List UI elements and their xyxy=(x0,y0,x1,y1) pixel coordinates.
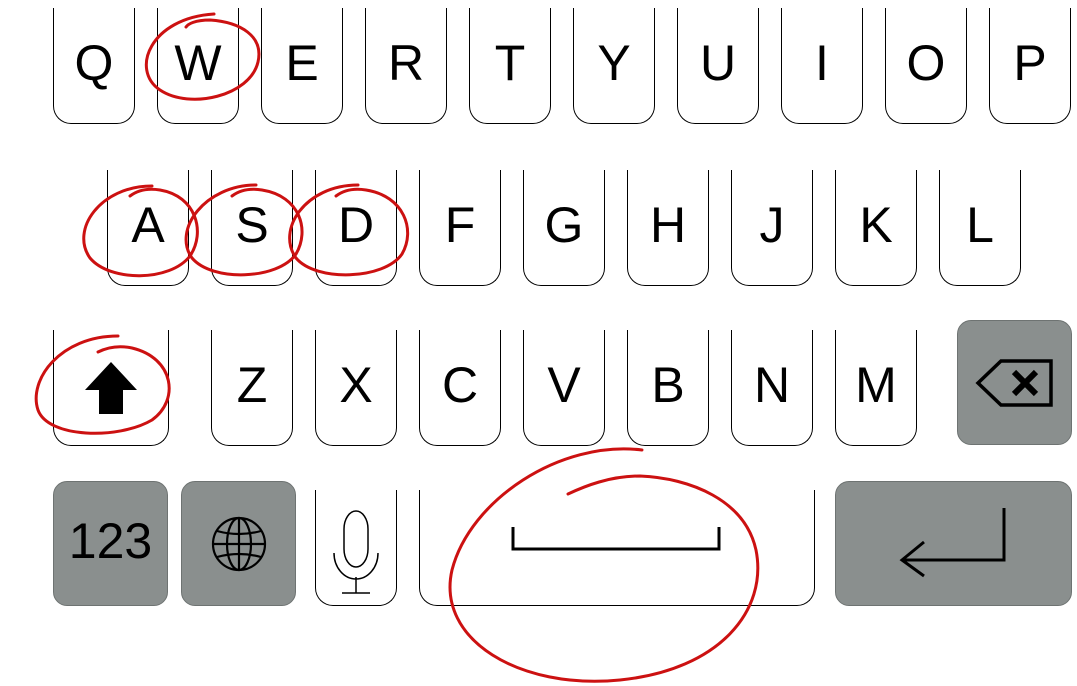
key-label: N xyxy=(753,356,791,413)
microphone-icon xyxy=(333,509,379,594)
microphone-key[interactable] xyxy=(315,490,397,606)
key-label: Y xyxy=(597,34,631,91)
space-bracket-icon xyxy=(511,526,721,550)
key-t[interactable]: T xyxy=(469,8,551,124)
key-p[interactable]: P xyxy=(989,8,1071,124)
key-z[interactable]: Z xyxy=(211,330,293,446)
key-label: I xyxy=(815,34,829,91)
key-q[interactable]: Q xyxy=(53,8,135,124)
key-label: P xyxy=(1013,34,1047,91)
key-label: H xyxy=(649,196,687,253)
shift-arrow-icon xyxy=(85,361,137,414)
globe-key[interactable] xyxy=(181,481,296,606)
key-label: K xyxy=(859,196,893,253)
key-g[interactable]: G xyxy=(523,170,605,286)
key-f[interactable]: F xyxy=(419,170,501,286)
key-a[interactable]: A xyxy=(107,170,189,286)
key-b[interactable]: B xyxy=(627,330,709,446)
key-r[interactable]: R xyxy=(365,8,447,124)
key-y[interactable]: Y xyxy=(573,8,655,124)
key-label: J xyxy=(759,196,785,253)
key-label: F xyxy=(444,196,476,253)
key-label: G xyxy=(544,196,584,253)
key-o[interactable]: O xyxy=(885,8,967,124)
key-label: T xyxy=(494,34,526,91)
space-key[interactable] xyxy=(419,490,815,606)
key-label: U xyxy=(699,34,737,91)
numbers-key[interactable]: 123 xyxy=(53,481,168,606)
key-label: S xyxy=(235,196,269,253)
key-label: Q xyxy=(74,34,114,91)
key-label: C xyxy=(441,356,479,413)
key-label: D xyxy=(337,196,375,253)
key-label: W xyxy=(174,34,222,91)
numbers-key-label: 123 xyxy=(68,512,153,569)
key-c[interactable]: C xyxy=(419,330,501,446)
globe-icon xyxy=(211,516,266,571)
key-v[interactable]: V xyxy=(523,330,605,446)
key-k[interactable]: K xyxy=(835,170,917,286)
key-u[interactable]: U xyxy=(677,8,759,124)
key-label: M xyxy=(855,356,897,413)
key-h[interactable]: H xyxy=(627,170,709,286)
key-label: V xyxy=(547,356,581,413)
shift-key[interactable] xyxy=(53,330,169,446)
key-e[interactable]: E xyxy=(261,8,343,124)
key-l[interactable]: L xyxy=(939,170,1021,286)
return-arrow-icon xyxy=(899,507,1005,577)
key-m[interactable]: M xyxy=(835,330,917,446)
key-label: L xyxy=(966,196,994,253)
key-label: O xyxy=(906,34,946,91)
key-label: E xyxy=(285,34,319,91)
key-label: B xyxy=(651,356,685,413)
key-w[interactable]: W xyxy=(157,8,239,124)
key-x[interactable]: X xyxy=(315,330,397,446)
key-n[interactable]: N xyxy=(731,330,813,446)
key-label: R xyxy=(387,34,425,91)
key-s[interactable]: S xyxy=(211,170,293,286)
key-d[interactable]: D xyxy=(315,170,397,286)
key-label: Z xyxy=(236,356,268,413)
key-i[interactable]: I xyxy=(781,8,863,124)
key-label: X xyxy=(339,356,373,413)
backspace-icon xyxy=(974,358,1053,407)
key-label: A xyxy=(131,196,165,253)
backspace-key[interactable] xyxy=(957,320,1072,445)
return-key[interactable] xyxy=(835,481,1072,606)
key-j[interactable]: J xyxy=(731,170,813,286)
